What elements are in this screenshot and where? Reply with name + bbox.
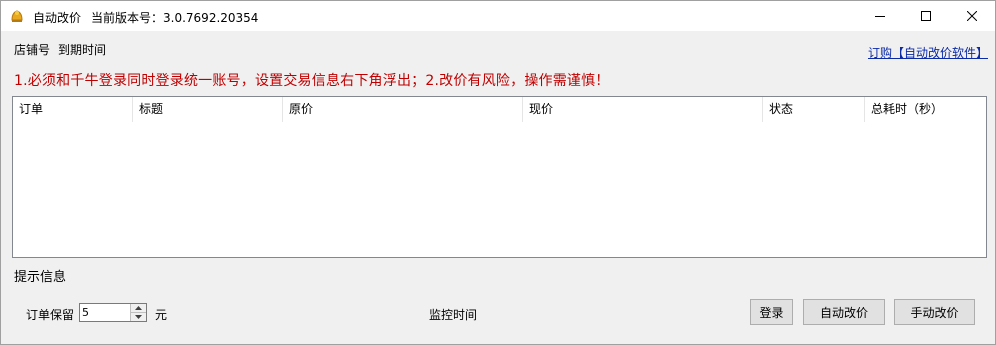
window-title: 自动改价 当前版本号：3.0.7692.20354 xyxy=(33,9,258,26)
close-button[interactable] xyxy=(949,1,995,31)
chevron-down-icon xyxy=(135,315,142,319)
keep-amount-stepper[interactable] xyxy=(79,303,147,322)
app-gold-icon xyxy=(11,10,23,22)
chevron-up-icon xyxy=(135,306,142,310)
manual-reprice-button[interactable]: 手动改价 xyxy=(894,299,975,325)
column-header-order[interactable]: 订单 xyxy=(13,97,133,122)
column-header-elapsed[interactable]: 总耗时（秒） xyxy=(865,97,984,122)
app-title: 自动改价 xyxy=(33,11,82,25)
column-header-original-price[interactable]: 原价 xyxy=(283,97,523,122)
table-header: 订单 标题 原价 现价 状态 总耗时（秒） xyxy=(13,97,986,122)
maximize-button[interactable] xyxy=(903,1,949,31)
unit-label: 元 xyxy=(155,308,168,322)
close-icon xyxy=(967,11,977,21)
buy-link[interactable]: 订购【自动改价软件】 xyxy=(868,44,988,61)
column-header-status[interactable]: 状态 xyxy=(763,97,865,122)
expire-label: 到期时间 xyxy=(58,43,107,57)
login-button[interactable]: 登录 xyxy=(750,299,793,325)
monitor-time-label: 监控时间 xyxy=(429,308,478,322)
keep-amount-input[interactable] xyxy=(80,304,132,321)
version-label: 当前版本号：3.0.7692.20354 xyxy=(91,11,259,25)
spin-up-button[interactable] xyxy=(130,304,146,313)
keep-label: 订单保留 xyxy=(26,308,75,322)
column-header-title[interactable]: 标题 xyxy=(133,97,283,122)
order-table[interactable]: 订单 标题 原价 现价 状态 总耗时（秒） xyxy=(12,96,987,258)
title-bar[interactable]: 自动改价 当前版本号：3.0.7692.20354 xyxy=(1,1,995,31)
column-header-current-price[interactable]: 现价 xyxy=(523,97,763,122)
spin-down-button[interactable] xyxy=(130,313,146,321)
minimize-icon xyxy=(875,16,885,17)
auto-reprice-button[interactable]: 自动改价 xyxy=(803,299,885,325)
app-window: 自动改价 当前版本号：3.0.7692.20354 店铺号 到期时间 订购【自动改价… xyxy=(0,0,996,345)
warning-message: 1.必须和千牛登录同时登录统一账号，设置交易信息右下角浮出；2.改价有风险，操作… xyxy=(14,73,610,89)
minimize-button[interactable] xyxy=(857,1,903,31)
shop-label: 店铺号 xyxy=(14,43,51,57)
hint-label: 提示信息 xyxy=(14,270,67,285)
maximize-icon xyxy=(921,11,931,21)
shop-info: 店铺号 到期时间 xyxy=(14,41,106,58)
